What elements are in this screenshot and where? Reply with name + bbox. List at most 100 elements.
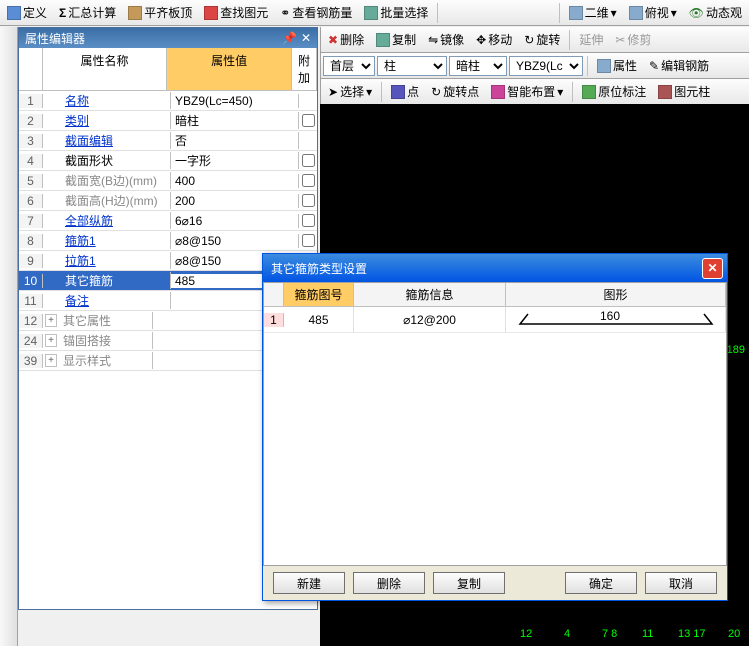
property-name[interactable]: 全部纵筋 (59, 212, 171, 229)
canvas-label: 11 (642, 628, 653, 640)
type-combo[interactable]: 暗柱 (449, 56, 507, 76)
close-button[interactable]: ✕ (702, 258, 723, 279)
view-2d-button[interactable]: 二维▾ (564, 1, 622, 24)
canvas-label: 189 (727, 344, 745, 356)
dialog-title: 其它箍筋类型设置 (271, 260, 367, 277)
stirrup-type-dialog: 其它箍筋类型设置 ✕ 箍筋图号 箍筋信息 图形 1 485 ⌀12@200 16… (262, 253, 728, 601)
property-name: 截面高(H边)(mm) (59, 192, 171, 209)
col-shape[interactable]: 图形 (506, 283, 726, 306)
extra-checkbox[interactable] (302, 214, 315, 227)
expand-icon[interactable]: + (45, 314, 57, 327)
mirror-icon: ⇋ (428, 33, 438, 47)
delete-button[interactable]: 删除 (353, 572, 425, 594)
extra-checkbox-cell (299, 174, 317, 187)
row-number: 4 (19, 154, 43, 168)
trim-button[interactable]: ✂修剪 (610, 28, 656, 51)
chevron-down-icon: ▾ (557, 85, 563, 99)
new-button[interactable]: 新建 (273, 572, 345, 594)
property-value[interactable]: 400 (171, 174, 299, 188)
extra-checkbox[interactable] (302, 174, 315, 187)
floor-combo[interactable]: 首层 (323, 56, 375, 76)
property-row[interactable]: 2类别暗柱 (19, 111, 317, 131)
property-name[interactable]: 类别 (59, 112, 171, 129)
dialog-titlebar[interactable]: 其它箍筋类型设置 ✕ (263, 254, 727, 282)
expand-icon[interactable]: + (45, 334, 57, 347)
property-value[interactable]: 6⌀16 (171, 214, 299, 228)
row-number: 6 (19, 194, 43, 208)
property-row[interactable]: 7 全部纵筋6⌀16 (19, 211, 317, 231)
scissors-icon: ✂ (615, 33, 625, 47)
edit-rebar-button[interactable]: ✎编辑钢筋 (644, 54, 714, 77)
copy-button[interactable]: 复制 (371, 28, 421, 51)
batch-select-button[interactable]: 批量选择 (359, 1, 433, 24)
dynamic-view-button[interactable]: 👁动态观 (684, 1, 747, 24)
select-button[interactable]: ➤选择▾ (323, 80, 377, 103)
extend-button[interactable]: 延伸 (574, 28, 608, 51)
code-combo[interactable]: YBZ9(Lc (509, 56, 583, 76)
extra-checkbox[interactable] (302, 234, 315, 247)
move-button[interactable]: ✥移动 (471, 28, 517, 51)
property-value[interactable]: YBZ9(Lc=450) (171, 94, 299, 108)
property-name[interactable]: 箍筋1 (59, 232, 171, 249)
category-combo[interactable]: 柱 (377, 56, 447, 76)
mirror-button[interactable]: ⇋镜像 (423, 28, 469, 51)
property-row[interactable]: 3截面编辑否 (19, 131, 317, 151)
move-icon: ✥ (476, 33, 486, 47)
col-code[interactable]: 箍筋图号 (284, 283, 354, 306)
property-row[interactable]: 6 截面高(H边)(mm)200 (19, 191, 317, 211)
property-name[interactable]: 拉筋1 (59, 252, 171, 269)
cancel-button[interactable]: 取消 (645, 572, 717, 594)
property-value[interactable]: 暗柱 (171, 112, 299, 129)
eye-icon: 👁 (689, 6, 704, 20)
property-value[interactable]: 200 (171, 194, 299, 208)
define-button[interactable]: 定义 (2, 1, 52, 24)
find-elem-button[interactable]: 查找图元 (199, 1, 273, 24)
expand-icon[interactable]: + (45, 354, 57, 367)
align-top-button[interactable]: 平齐板顶 (123, 1, 197, 24)
point-button[interactable]: 点 (386, 80, 424, 103)
property-row[interactable]: 5截面宽(B边)(mm)400 (19, 171, 317, 191)
close-icon[interactable]: ✕ (301, 31, 311, 45)
ok-button[interactable]: 确定 (565, 572, 637, 594)
smart-layout-button[interactable]: 智能布置▾ (486, 80, 568, 103)
view-top-button[interactable]: 俯视▾ (624, 1, 682, 24)
extra-checkbox[interactable] (302, 154, 315, 167)
delete-button[interactable]: ✖删除 (323, 28, 369, 51)
cell-code[interactable]: 485 (284, 307, 354, 332)
property-row[interactable]: 1 名称YBZ9(Lc=450) (19, 91, 317, 111)
trash-icon: ✖ (328, 33, 338, 47)
elem-cols-button[interactable]: 图元柱 (653, 80, 715, 103)
left-ruler (0, 27, 18, 646)
extra-checkbox[interactable] (302, 114, 315, 127)
property-row[interactable]: 4 截面形状一字形 (19, 151, 317, 171)
orig-label-button[interactable]: 原位标注 (577, 80, 651, 103)
rotate-button[interactable]: ↻旋转 (519, 28, 565, 51)
canvas-label: 20 (728, 628, 740, 640)
property-value[interactable]: ⌀8@150 (171, 234, 299, 248)
row-number: 1 (19, 94, 43, 108)
row-number: 8 (19, 234, 43, 248)
property-row[interactable]: 8 箍筋1⌀8@150 (19, 231, 317, 251)
dialog-row[interactable]: 1 485 ⌀12@200 160 (264, 307, 726, 333)
copy-button[interactable]: 复制 (433, 572, 505, 594)
cell-info[interactable]: ⌀12@200 (354, 307, 506, 332)
property-name[interactable]: 名称 (59, 92, 171, 109)
panel-titlebar[interactable]: 属性编辑器 📌 ✕ (19, 28, 317, 48)
property-name: 截面形状 (59, 152, 171, 169)
props-button[interactable]: 属性 (592, 54, 642, 77)
pin-icon[interactable]: 📌 (282, 31, 297, 45)
col-info[interactable]: 箍筋信息 (354, 283, 506, 306)
extra-checkbox[interactable] (302, 194, 315, 207)
panel-title: 属性编辑器 (25, 30, 85, 47)
sum-button[interactable]: Σ汇总计算 (54, 1, 121, 24)
property-grid-header: 属性名称 属性值 附加 (19, 48, 317, 91)
cell-shape[interactable]: 160 (506, 307, 726, 332)
find-rebar-button[interactable]: ⚭查看钢筋量 (275, 1, 357, 24)
property-name[interactable]: 截面编辑 (59, 132, 171, 149)
rotate-point-button[interactable]: ↻旋转点 (426, 80, 484, 103)
property-value[interactable]: 否 (171, 132, 299, 149)
property-value[interactable]: 一字形 (171, 152, 299, 169)
row-number: 7 (19, 214, 43, 228)
sigma-icon: Σ (59, 6, 66, 20)
property-name[interactable]: 备注 (59, 292, 171, 309)
